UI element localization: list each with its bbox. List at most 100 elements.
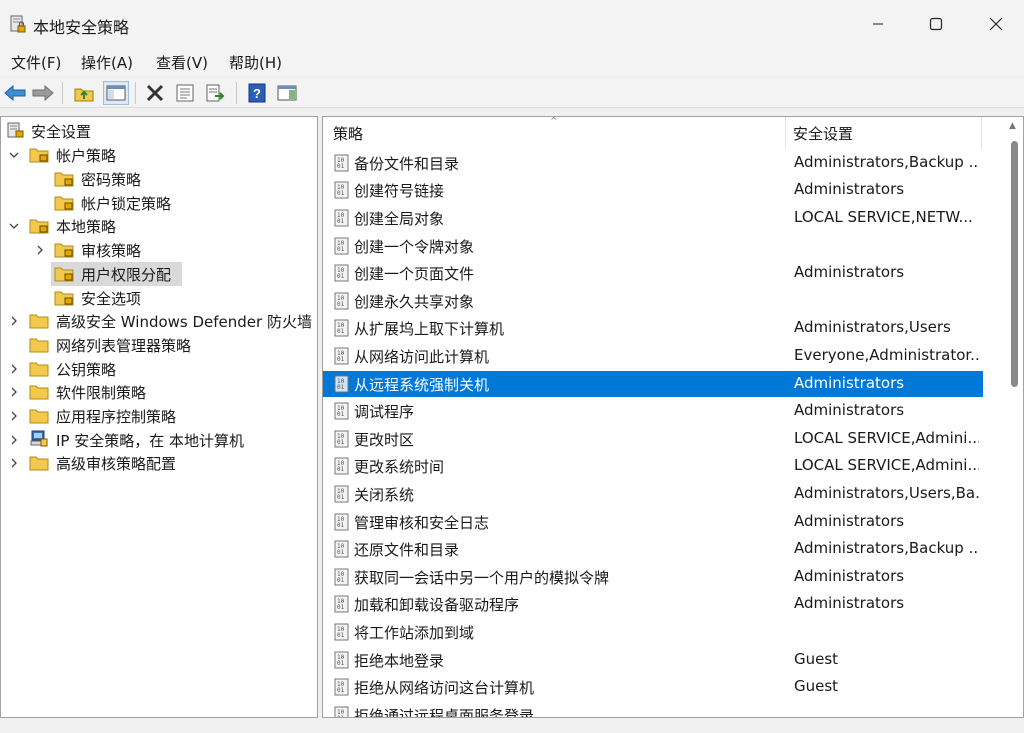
- svg-text:01: 01: [337, 190, 345, 197]
- menu-view[interactable]: 查看(V): [155, 52, 209, 73]
- policy-setting-icon: 1001: [334, 540, 349, 558]
- policy-setting-value: LOCAL SERVICE,NETW...: [794, 208, 973, 226]
- properties-button[interactable]: [172, 81, 198, 105]
- policy-row[interactable]: 10 01 加载和卸载设备驱动程序 Administrators: [323, 591, 983, 617]
- toolbar-separator: [236, 82, 237, 104]
- column-divider[interactable]: [981, 117, 982, 149]
- folder-lock-icon: [54, 196, 74, 211]
- tree-item-security-options[interactable]: 安全选项: [1, 286, 317, 310]
- export-list-icon: [206, 84, 225, 102]
- chevron-down-icon[interactable]: [7, 148, 21, 162]
- tree-item-local-policies[interactable]: 本地策略: [1, 214, 317, 238]
- minimize-button[interactable]: [848, 0, 908, 48]
- help-button[interactable]: ?: [244, 81, 270, 105]
- policy-row[interactable]: 10 01 创建符号链接 Administrators: [323, 177, 983, 203]
- tree-item-security-settings[interactable]: 安全设置: [1, 119, 317, 143]
- tree-item-password-policy[interactable]: 密码策略: [1, 167, 317, 191]
- toolbar-separator: [62, 82, 63, 104]
- console-tree[interactable]: 安全设置 帐户策略 密码策略 帐户锁定策略 本地策略 审核策略 用户权限分配 安…: [0, 116, 318, 718]
- show-hide-console-tree-button[interactable]: [103, 81, 129, 105]
- policy-setting-value: Administrators,Users,Ba...: [794, 484, 979, 502]
- show-action-pane-button[interactable]: [274, 81, 300, 105]
- policy-row[interactable]: 10 01 获取同一会话中另一个用户的模拟令牌 Administrators: [323, 564, 983, 590]
- menu-help[interactable]: 帮助(H): [228, 52, 283, 73]
- policy-row[interactable]: 10 01 拒绝从网络访问这台计算机 Guest: [323, 674, 983, 700]
- menu-file[interactable]: 文件(F): [10, 52, 62, 73]
- policy-row[interactable]: 10 01 关闭系统 Administrators,Users,Ba...: [323, 481, 983, 507]
- policy-row[interactable]: 10 01 创建一个令牌对象: [323, 233, 983, 259]
- tree-item-ip-security[interactable]: IP 安全策略，在 本地计算机: [1, 428, 317, 452]
- folder-icon: [29, 385, 49, 400]
- policy-row[interactable]: 10 01 从网络访问此计算机 Everyone,Administrator...: [323, 343, 983, 369]
- policy-row[interactable]: 10 01 备份文件和目录 Administrators,Backup ...: [323, 150, 983, 176]
- tree-label: 高级安全 Windows Defender 防火墙: [56, 313, 312, 331]
- policy-row[interactable]: 10 01 将工作站添加到域: [323, 619, 983, 645]
- policy-setting-value: Guest: [794, 650, 839, 668]
- column-divider[interactable]: [785, 117, 786, 149]
- chevron-right-icon[interactable]: [33, 243, 47, 257]
- chevron-right-icon[interactable]: [7, 433, 21, 447]
- policy-row[interactable]: 10 01 从远程系统强制关机 Administrators: [323, 371, 983, 397]
- policy-row[interactable]: 10 01 更改时区 LOCAL SERVICE,Admini...: [323, 426, 983, 452]
- policy-name: 创建一个令牌对象: [354, 238, 475, 256]
- policy-row[interactable]: 10 01 创建永久共享对象: [323, 288, 983, 314]
- folder-icon: [29, 456, 49, 471]
- policy-row[interactable]: 10 01 管理审核和安全日志 Administrators: [323, 509, 983, 535]
- tree-label: 网络列表管理器策略: [56, 337, 192, 355]
- tree-item-network-list-manager[interactable]: 网络列表管理器策略: [1, 333, 317, 357]
- chevron-right-icon[interactable]: [7, 385, 21, 399]
- folder-lock-icon: [54, 243, 74, 258]
- tree-item-advanced-audit-config[interactable]: 高级审核策略配置: [1, 451, 317, 475]
- policy-name: 还原文件和目录: [354, 541, 460, 559]
- maximize-icon: [929, 17, 943, 31]
- tree-item-account-policies[interactable]: 帐户策略: [1, 143, 317, 167]
- vertical-scrollbar[interactable]: ▲: [1005, 121, 1023, 717]
- back-button[interactable]: [2, 81, 28, 105]
- column-header-setting[interactable]: 安全设置: [793, 117, 983, 149]
- policy-setting-value: LOCAL SERVICE,Admini...: [794, 429, 979, 447]
- close-icon: [989, 17, 1003, 31]
- policy-list[interactable]: 策略 ⌃ 安全设置 10 01 备份文件和目录 Administrators,Back…: [322, 116, 1024, 718]
- toolbar: ?: [0, 78, 1024, 108]
- policy-name: 从扩展坞上取下计算机: [354, 320, 505, 338]
- tree-item-public-key-policies[interactable]: 公钥策略: [1, 357, 317, 381]
- policy-row[interactable]: 10 01 创建一个页面文件 Administrators: [323, 260, 983, 286]
- policy-row[interactable]: 10 01 更改系统时间 LOCAL SERVICE,Admini...: [323, 453, 983, 479]
- policy-row[interactable]: 10 01 从扩展坞上取下计算机 Administrators,Users: [323, 315, 983, 341]
- chevron-right-icon[interactable]: [7, 362, 21, 376]
- chevron-down-icon[interactable]: [7, 219, 21, 233]
- svg-text:01: 01: [337, 356, 345, 363]
- tree-item-account-lockout-policy[interactable]: 帐户锁定策略: [1, 191, 317, 215]
- maximize-button[interactable]: [906, 0, 966, 48]
- menu-action[interactable]: 操作(A): [80, 52, 134, 73]
- policy-row[interactable]: 1001 拒绝通过远程桌面服务登录: [323, 702, 983, 717]
- folder-lock-icon: [29, 148, 49, 163]
- policy-name: 备份文件和目录: [354, 155, 460, 173]
- export-list-button[interactable]: [202, 81, 228, 105]
- policy-row[interactable]: 10 01 创建全局对象 LOCAL SERVICE,NETW...: [323, 205, 983, 231]
- chevron-right-icon[interactable]: [7, 314, 21, 328]
- svg-text:01: 01: [337, 163, 345, 170]
- tree-item-audit-policy[interactable]: 审核策略: [1, 238, 317, 262]
- scrollbar-thumb[interactable]: [1011, 141, 1018, 387]
- delete-button[interactable]: [142, 81, 168, 105]
- tree-item-user-rights-assignment[interactable]: 用户权限分配: [1, 262, 317, 286]
- policy-row[interactable]: 10 01 还原文件和目录 Administrators,Backup ...: [323, 536, 983, 562]
- tree-item-software-restriction[interactable]: 软件限制策略: [1, 380, 317, 404]
- policy-setting-value: Guest: [794, 677, 839, 695]
- delete-icon: [146, 84, 164, 102]
- svg-text:01: 01: [337, 301, 345, 308]
- tree-item-defender-firewall[interactable]: 高级安全 Windows Defender 防火墙: [1, 309, 317, 333]
- scroll-up-icon[interactable]: ▲: [1009, 121, 1016, 131]
- forward-button[interactable]: [30, 81, 56, 105]
- tree-item-application-control[interactable]: 应用程序控制策略: [1, 404, 317, 428]
- up-one-level-button[interactable]: [71, 81, 97, 105]
- chevron-right-icon[interactable]: [7, 456, 21, 470]
- column-header-label: 安全设置: [793, 124, 854, 143]
- folder-icon: [29, 362, 49, 377]
- policy-row[interactable]: 10 01 拒绝本地登录 Guest: [323, 647, 983, 673]
- folder-lock-icon: [29, 219, 49, 234]
- close-button[interactable]: [966, 0, 1024, 48]
- chevron-right-icon[interactable]: [7, 409, 21, 423]
- policy-row[interactable]: 10 01 调试程序 Administrators: [323, 398, 983, 424]
